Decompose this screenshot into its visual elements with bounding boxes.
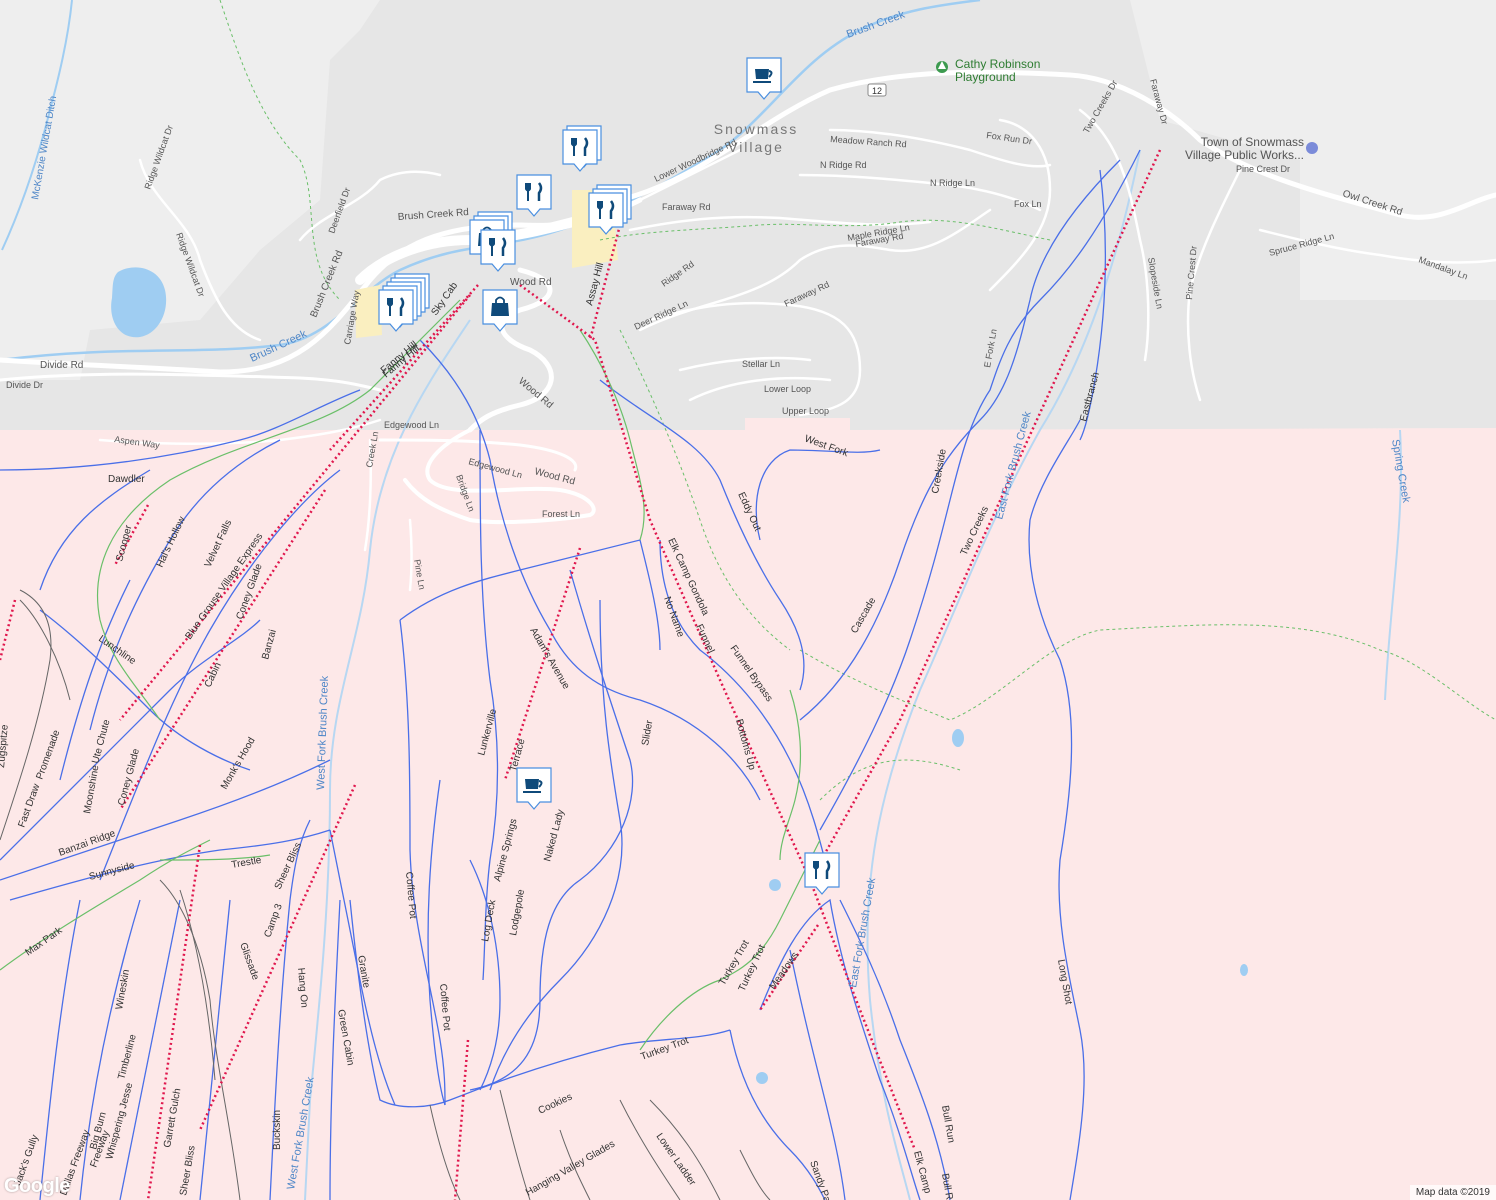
- place-town-2: Village Public Works...: [1185, 148, 1304, 162]
- road-label: Pine Crest Dr: [1236, 164, 1290, 174]
- road-label: Lower Loop: [764, 384, 811, 394]
- fork-knife-marker[interactable]: [562, 125, 602, 172]
- road-label: Fox Ln: [1014, 199, 1042, 209]
- pond: [1240, 964, 1248, 976]
- road-label: Wood Rd: [510, 277, 552, 288]
- pond: [769, 879, 781, 891]
- place-snowmass: Snowmass: [714, 121, 798, 137]
- map-data-credit[interactable]: Map data ©2019: [1409, 1185, 1496, 1200]
- place-town: Town of Snowmass: [1201, 135, 1304, 149]
- place-cathy: Cathy Robinson: [955, 57, 1040, 71]
- road-label: N Ridge Ln: [930, 178, 975, 188]
- pond: [952, 729, 964, 747]
- google-logo[interactable]: Google: [4, 1175, 70, 1198]
- road-label: Stellar Ln: [742, 359, 780, 369]
- route-shield: 12: [867, 83, 887, 97]
- road-label: N Ridge Rd: [820, 160, 867, 170]
- pond: [756, 1072, 768, 1084]
- trail-label: Dawdler: [108, 474, 145, 485]
- map-canvas[interactable]: Snowmass Village Cathy Robinson Playgrou…: [0, 0, 1496, 1200]
- road-label: Upper Loop: [782, 406, 829, 416]
- road-label: Edgewood Ln: [384, 420, 439, 430]
- place-snowmass-2: Village: [728, 139, 784, 155]
- town-marker[interactable]: Town of Snowmass Village Public Works...: [1185, 135, 1318, 162]
- trail-label: Buckskin: [272, 1110, 283, 1150]
- svg-text:12: 12: [872, 86, 882, 96]
- road-label: Forest Ln: [542, 509, 580, 519]
- road-label: Divide Dr: [6, 380, 43, 390]
- place-cathy-2: Playground: [955, 70, 1016, 84]
- road-label: Divide Rd: [40, 360, 83, 371]
- road-label: Faraway Rd: [662, 202, 711, 212]
